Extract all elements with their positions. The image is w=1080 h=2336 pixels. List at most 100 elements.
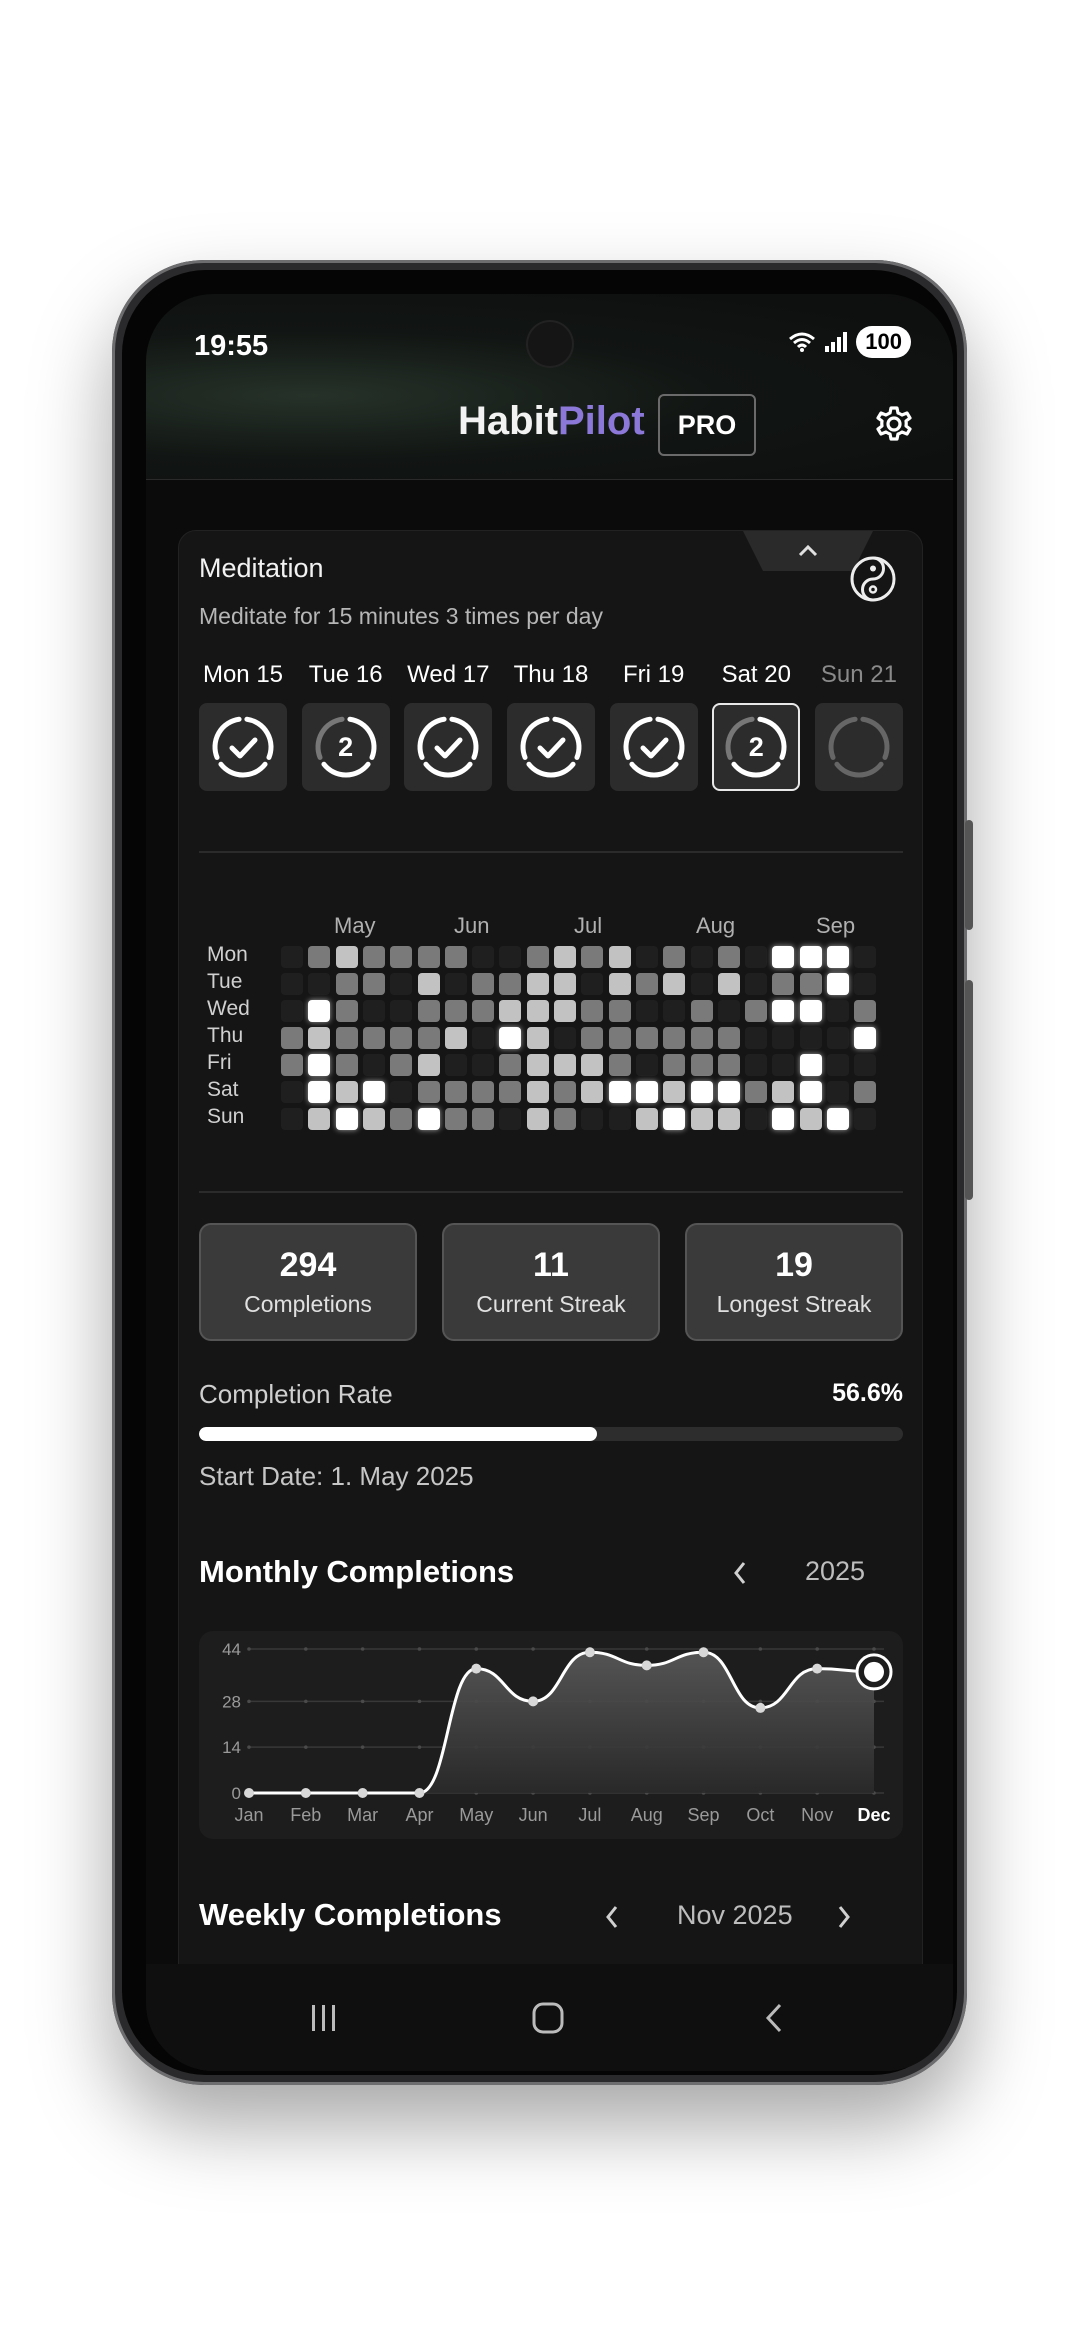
heatmap-cell bbox=[581, 1081, 604, 1103]
heatmap-cell bbox=[717, 1108, 740, 1130]
heatmap-cell bbox=[281, 973, 303, 995]
chevron-left-icon[interactable] bbox=[731, 1559, 749, 1587]
day-2[interactable]: Wed 17 bbox=[404, 661, 493, 791]
heatmap-weekday-label: Mon bbox=[207, 943, 248, 966]
back-icon[interactable] bbox=[758, 2002, 794, 2034]
heatmap-cell bbox=[608, 1054, 631, 1076]
day-3[interactable]: Thu 18 bbox=[506, 661, 595, 791]
gear-icon[interactable] bbox=[872, 402, 916, 446]
check-circle-icon bbox=[212, 716, 274, 778]
x-tick-label: Mar bbox=[347, 1805, 378, 1825]
recent-apps-icon[interactable] bbox=[306, 2002, 342, 2034]
heatmap-weekday-label: Sat bbox=[207, 1078, 239, 1101]
pro-badge[interactable]: PRO bbox=[658, 394, 756, 456]
heatmap-cell bbox=[308, 1054, 331, 1076]
day-checkin-button[interactable]: 2 bbox=[301, 703, 390, 791]
heatmap-cell bbox=[308, 1108, 331, 1130]
day-1[interactable]: Tue 16 2 bbox=[301, 661, 390, 791]
heatmap-cell bbox=[635, 1000, 658, 1022]
data-point[interactable] bbox=[244, 1788, 254, 1798]
heatmap-cell bbox=[799, 946, 822, 968]
data-point[interactable] bbox=[864, 1661, 884, 1682]
heatmap-cell bbox=[581, 1108, 604, 1130]
data-point[interactable] bbox=[755, 1702, 766, 1713]
heatmap-cell bbox=[472, 1000, 495, 1022]
heatmap-cell bbox=[472, 1108, 495, 1130]
y-tick-label: 28 bbox=[222, 1692, 241, 1711]
heatmap-cell bbox=[362, 946, 385, 968]
heatmap-cell bbox=[526, 1081, 549, 1103]
weekly-completions-title: Weekly Completions bbox=[199, 1897, 502, 1932]
heatmap-cell bbox=[581, 1027, 604, 1049]
heatmap-cell bbox=[526, 1027, 549, 1049]
stat-label: Completions bbox=[244, 1291, 372, 1317]
day-checkin-button[interactable] bbox=[404, 703, 493, 791]
heatmap-cell bbox=[690, 1054, 713, 1076]
heatmap-cell bbox=[663, 973, 686, 995]
heatmap-cell bbox=[608, 973, 631, 995]
day-checkin-button[interactable] bbox=[609, 703, 698, 791]
heatmap-cell bbox=[690, 1081, 713, 1103]
stat-completions: 294 Completions bbox=[199, 1223, 417, 1341]
check-circle-icon bbox=[623, 716, 685, 778]
data-point[interactable] bbox=[698, 1647, 709, 1658]
heatmap-cell bbox=[581, 946, 604, 968]
heatmap-cell bbox=[635, 1081, 658, 1103]
heatmap-cell bbox=[772, 1108, 795, 1130]
heatmap-month-label: Jun bbox=[454, 913, 490, 938]
heatmap-cell bbox=[717, 973, 740, 995]
heatmap-cell bbox=[335, 1027, 358, 1049]
day-checkin-button[interactable]: 2 bbox=[712, 703, 801, 791]
heatmap-cell bbox=[444, 973, 467, 995]
stat-label: Current Streak bbox=[476, 1291, 626, 1317]
heatmap-cell bbox=[444, 1108, 467, 1130]
data-point[interactable] bbox=[300, 1788, 311, 1798]
heatmap-cell bbox=[663, 1027, 686, 1049]
grid-dot bbox=[304, 1699, 308, 1704]
heatmap-cell bbox=[827, 1081, 849, 1103]
data-point[interactable] bbox=[641, 1660, 652, 1671]
heatmap-cell bbox=[390, 1000, 413, 1022]
home-icon[interactable] bbox=[530, 2002, 566, 2034]
heatmap-cell bbox=[308, 1027, 331, 1049]
heatmap-cell bbox=[663, 1000, 686, 1022]
completion-rate-label: Completion Rate bbox=[199, 1379, 393, 1409]
day-0[interactable]: Mon 15 bbox=[199, 661, 287, 791]
chevron-left-icon[interactable] bbox=[603, 1903, 621, 1931]
data-point[interactable] bbox=[357, 1788, 368, 1798]
data-point[interactable] bbox=[471, 1663, 482, 1674]
heatmap-cell bbox=[854, 1054, 877, 1076]
data-point[interactable] bbox=[414, 1788, 425, 1798]
data-point[interactable] bbox=[812, 1663, 823, 1674]
heatmap-cell bbox=[581, 973, 604, 995]
day-6[interactable]: Sun 21 bbox=[814, 661, 903, 791]
stat-current-streak: 11 Current Streak bbox=[442, 1223, 660, 1341]
heatmap-cell bbox=[444, 1000, 467, 1022]
volume-button bbox=[965, 820, 973, 930]
heatmap-cell bbox=[635, 1108, 658, 1130]
monthly-chart-svg: 0 14 28 44 Jan Feb Mar Apr May Jun Jul Aug Sep Oct Nov… bbox=[222, 1640, 893, 1825]
data-point[interactable] bbox=[584, 1647, 595, 1658]
day-checkin-button[interactable] bbox=[814, 703, 903, 791]
day-checkin-button[interactable] bbox=[199, 703, 287, 791]
heatmap-cell bbox=[281, 1027, 303, 1049]
heatmap-cell bbox=[335, 973, 358, 995]
heatmap-cell bbox=[417, 1000, 440, 1022]
data-point[interactable] bbox=[528, 1696, 539, 1707]
day-4[interactable]: Fri 19 bbox=[609, 661, 698, 791]
day-checkin-button[interactable] bbox=[506, 703, 595, 791]
chevron-right-icon[interactable] bbox=[835, 1903, 853, 1931]
heatmap-cell bbox=[362, 1000, 385, 1022]
grid-dot bbox=[360, 1699, 365, 1704]
heatmap-cell bbox=[581, 1054, 604, 1076]
day-label: Sat 20 bbox=[721, 661, 791, 688]
day-5[interactable]: Sat 20 2 bbox=[712, 661, 801, 791]
heatmap-cell bbox=[772, 1054, 795, 1076]
completion-progress-bar bbox=[199, 1427, 903, 1441]
heatmap-cell bbox=[554, 1108, 576, 1130]
day-label: Mon 15 bbox=[202, 661, 284, 688]
grid-dot bbox=[815, 1647, 819, 1651]
heatmap-cell bbox=[635, 1054, 658, 1076]
heatmap-cell bbox=[635, 973, 658, 995]
heatmap-cell bbox=[390, 1108, 413, 1130]
